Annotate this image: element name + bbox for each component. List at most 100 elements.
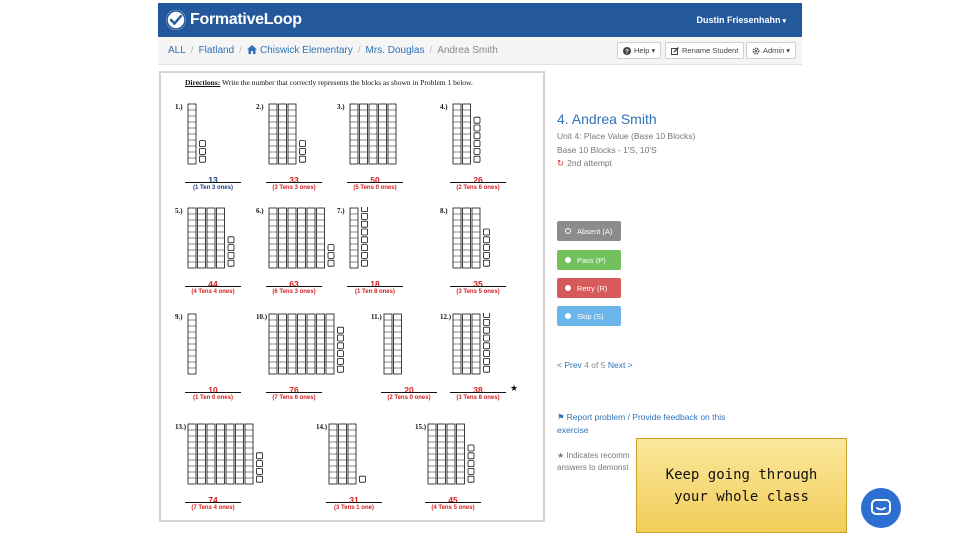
breadcrumb-school[interactable]: Chiswick Elementary bbox=[246, 45, 353, 56]
one-cube bbox=[327, 252, 335, 259]
one-cube bbox=[361, 228, 368, 236]
breadcrumb-separator: / bbox=[239, 45, 242, 56]
problem-explanation: (3 Tens 8 ones) bbox=[456, 395, 500, 401]
prev-link[interactable]: < Prev bbox=[557, 360, 582, 370]
worksheet-problem: 15.) 45 (4 Tens 5 ones) bbox=[415, 423, 507, 523]
app-logo[interactable]: FormativeLoop bbox=[166, 9, 302, 31]
flag-icon: ⚑ bbox=[557, 412, 565, 422]
help-button[interactable]: ? Help ▾ bbox=[617, 42, 662, 59]
problem-answer: 18 bbox=[370, 279, 380, 289]
one-cube bbox=[483, 358, 490, 365]
answer-line bbox=[425, 502, 481, 503]
question-icon: ? bbox=[623, 46, 631, 55]
admin-label: Admin bbox=[763, 46, 785, 55]
skip-button[interactable]: Skip (S) bbox=[557, 306, 621, 326]
one-cube bbox=[256, 468, 263, 475]
user-menu[interactable]: Dustin Friesenhahn ▾ bbox=[696, 15, 786, 25]
one-cube bbox=[483, 365, 490, 373]
worksheet-problem: 3.) 50 (5 Tens 0 ones) bbox=[337, 103, 429, 203]
problem-answer: 33 bbox=[289, 175, 299, 185]
answer-line bbox=[185, 392, 241, 393]
chevron-down-icon: ▾ bbox=[786, 46, 791, 55]
top-navbar: FormativeLoop Dustin Friesenhahn ▾ bbox=[158, 3, 802, 37]
one-cube bbox=[199, 155, 206, 163]
retry-button[interactable]: Retry (R) bbox=[557, 278, 621, 298]
worksheet-image: Directions: Write the number that correc… bbox=[159, 71, 545, 522]
problem-explanation: (1 Ten 8 ones) bbox=[355, 289, 395, 295]
skill-label: Base 10 Blocks - 1'S, 10'S bbox=[557, 145, 657, 155]
report-label: Report problem / Provide feedback on thi… bbox=[557, 412, 726, 435]
gear-icon bbox=[752, 47, 760, 54]
rename-student-button[interactable]: Rename Student bbox=[665, 42, 745, 59]
one-cube bbox=[483, 319, 490, 326]
one-cube bbox=[361, 252, 368, 259]
breadcrumb-district[interactable]: Flatland bbox=[199, 45, 235, 56]
answer-line bbox=[450, 286, 506, 287]
one-cube bbox=[473, 132, 481, 140]
one-cube bbox=[327, 259, 335, 267]
rename-student-label: Rename Student bbox=[682, 46, 739, 55]
one-cube bbox=[337, 358, 344, 365]
worksheet-problem: 14.) 31 (3 Tens 1 one) bbox=[316, 423, 408, 523]
answer-line bbox=[326, 502, 382, 503]
chat-icon bbox=[871, 499, 891, 515]
report-problem-link[interactable]: ⚑ Report problem / Provide feedback on th… bbox=[557, 411, 747, 437]
problem-explanation: (3 Tens 5 ones) bbox=[456, 289, 500, 295]
problem-explanation: (5 Tens 0 ones) bbox=[353, 185, 397, 191]
pass-button[interactable]: Pass (P) bbox=[557, 250, 621, 270]
breadcrumb-teacher[interactable]: Mrs. Douglas bbox=[366, 45, 425, 56]
dot-icon bbox=[565, 285, 571, 291]
next-link[interactable]: Next > bbox=[608, 360, 633, 370]
absent-label: Absent (A) bbox=[577, 226, 613, 236]
one-cube bbox=[199, 148, 206, 155]
problem-number: 4.) bbox=[440, 103, 448, 111]
absent-button[interactable]: Absent (A) bbox=[557, 221, 621, 241]
problem-answer: 20 bbox=[404, 385, 414, 395]
problem-number: 1.) bbox=[175, 103, 183, 111]
app-name: FormativeLoop bbox=[190, 11, 302, 28]
one-cube bbox=[337, 334, 344, 342]
unit-label: Unit 4: Place Value (Base 10 Blocks) bbox=[557, 131, 696, 141]
one-cube bbox=[337, 342, 344, 350]
caption-box: Keep going through your whole class bbox=[636, 438, 847, 533]
one-cube bbox=[483, 313, 490, 318]
answer-line bbox=[450, 182, 506, 183]
base-ten-blocks bbox=[349, 207, 368, 269]
problem-number: 2.) bbox=[256, 103, 264, 111]
admin-button[interactable]: Admin ▾ bbox=[746, 42, 797, 59]
answer-line bbox=[266, 392, 322, 393]
problem-number: 15.) bbox=[415, 423, 427, 431]
worksheet-problem: 12.) 38 (3 Tens 8 ones) ★ bbox=[440, 313, 532, 413]
one-cube bbox=[473, 148, 481, 155]
one-cube bbox=[467, 444, 475, 452]
one-cube bbox=[361, 236, 368, 244]
one-cube bbox=[483, 259, 490, 267]
chat-button[interactable] bbox=[861, 488, 901, 528]
one-cube bbox=[361, 259, 368, 267]
problem-explanation: (4 Tens 4 ones) bbox=[191, 289, 235, 295]
worksheet-problem: 8.) 35 (3 Tens 5 ones) bbox=[440, 207, 532, 307]
one-cube bbox=[256, 460, 263, 467]
logo-check-icon bbox=[166, 10, 186, 30]
worksheet-directions: Directions: Write the number that correc… bbox=[185, 78, 473, 87]
answer-line bbox=[450, 392, 506, 393]
answer-line bbox=[347, 286, 403, 287]
problem-number: 8.) bbox=[440, 207, 448, 215]
edit-icon bbox=[671, 46, 679, 55]
problem-number: 10.) bbox=[256, 313, 268, 321]
answer-line bbox=[266, 286, 322, 287]
pass-label: Pass (P) bbox=[577, 255, 606, 265]
one-cube bbox=[483, 342, 490, 350]
answer-line bbox=[185, 502, 241, 503]
problem-answer: 50 bbox=[370, 175, 380, 185]
problem-number: 3.) bbox=[337, 103, 345, 111]
caption-text: Keep going through your whole class bbox=[665, 466, 818, 505]
problem-answer: 35 bbox=[473, 279, 483, 289]
refresh-icon: ↻ bbox=[557, 158, 565, 168]
one-cube bbox=[227, 244, 235, 251]
breadcrumb-all[interactable]: ALL bbox=[168, 45, 186, 56]
one-cube bbox=[483, 326, 490, 334]
answer-line bbox=[266, 182, 322, 183]
worksheet-problem: 2.) 33 (3 Tens 3 ones) bbox=[256, 103, 348, 203]
problem-number: 14.) bbox=[316, 423, 328, 431]
